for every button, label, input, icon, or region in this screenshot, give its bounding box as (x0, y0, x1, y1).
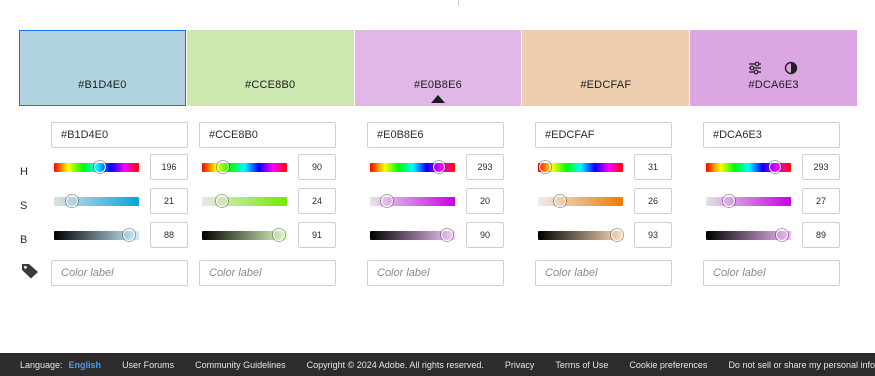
hex-input[interactable]: #B1D4E0 (51, 122, 188, 148)
brightness-slider-row: 89 (703, 222, 840, 248)
tag-icon (22, 264, 38, 279)
footer-link-terms-of-use[interactable]: Terms of Use (555, 360, 608, 370)
color-wheel-page: #B1D4E0 #CCE8B0 #E0B8E6 #EDCFAF #DCA6E3 H S … (0, 0, 875, 376)
footer: Language: English User Forums Community … (0, 353, 875, 376)
swatch-hex-label: #B1D4E0 (78, 79, 127, 91)
saturation-value-field[interactable]: 21 (150, 188, 188, 214)
color-swatch[interactable]: #DCA6E3 (690, 30, 857, 106)
saturation-slider-row: 27 (703, 188, 840, 214)
color-label-field[interactable]: Color label (199, 260, 336, 286)
hex-input[interactable]: #E0B8E6 (367, 122, 504, 148)
saturation-slider[interactable] (538, 197, 623, 206)
footer-link-do-not-sell[interactable]: Do not sell or share my personal informa… (728, 360, 875, 370)
hex-input[interactable]: #DCA6E3 (703, 122, 840, 148)
saturation-slider-row: 26 (535, 188, 672, 214)
brightness-slider-row: 91 (199, 222, 336, 248)
saturation-slider-handle[interactable] (381, 195, 393, 207)
color-swatch[interactable]: #E0B8E6 (354, 30, 522, 106)
swatch-hex-label: #E0B8E6 (414, 79, 462, 91)
saturation-value-field[interactable]: 24 (298, 188, 336, 214)
brightness-slider-handle[interactable] (775, 229, 788, 241)
contrast-icon[interactable] (784, 61, 798, 75)
hue-value-field[interactable]: 293 (802, 154, 840, 180)
hue-slider-row: 196 (51, 154, 188, 180)
swatch-tools (748, 61, 798, 75)
color-swatch[interactable]: #EDCFAF (522, 30, 690, 106)
hue-value-field[interactable]: 196 (150, 154, 188, 180)
brightness-slider-row: 93 (535, 222, 672, 248)
color-label-field[interactable]: Color label (367, 260, 504, 286)
base-color-marker (430, 95, 445, 103)
saturation-slider-row: 24 (199, 188, 336, 214)
hue-slider-row: 293 (367, 154, 504, 180)
saturation-row-label: S (20, 200, 28, 212)
hue-slider[interactable] (202, 163, 287, 172)
hue-value-field[interactable]: 293 (466, 154, 504, 180)
footer-link-privacy[interactable]: Privacy (505, 360, 535, 370)
brightness-value-field[interactable]: 88 (150, 222, 188, 248)
swatch-hex-label: #DCA6E3 (748, 79, 799, 91)
saturation-slider-handle[interactable] (65, 195, 78, 207)
footer-link-user-forums[interactable]: User Forums (122, 360, 174, 370)
hex-input[interactable]: #CCE8B0 (199, 122, 336, 148)
saturation-value-field[interactable]: 26 (634, 188, 672, 214)
sliders-icon[interactable] (748, 61, 762, 75)
language-selector[interactable]: English (69, 360, 102, 370)
footer-copyright: Copyright © 2024 Adobe. All rights reser… (306, 359, 484, 370)
footer-link-community-guidelines[interactable]: Community Guidelines (195, 360, 286, 370)
hex-input[interactable]: #EDCFAF (535, 122, 672, 148)
divider-tick (458, 0, 459, 6)
swatch-hex-label: #EDCFAF (580, 79, 632, 91)
saturation-slider-row: 20 (367, 188, 504, 214)
brightness-slider-handle[interactable] (122, 229, 135, 241)
saturation-value-field[interactable]: 20 (466, 188, 504, 214)
brightness-value-field[interactable]: 89 (802, 222, 840, 248)
hue-slider-row: 293 (703, 154, 840, 180)
saturation-slider-handle[interactable] (554, 195, 567, 207)
saturation-slider-handle[interactable] (722, 195, 735, 207)
swatch-strip: #B1D4E0 #CCE8B0 #E0B8E6 #EDCFAF #DCA6E3 (19, 30, 857, 106)
color-swatch[interactable]: #CCE8B0 (186, 30, 354, 106)
color-label-field[interactable]: Color label (51, 260, 188, 286)
hue-value-field[interactable]: 90 (298, 154, 336, 180)
brightness-row-label: B (20, 234, 28, 246)
hue-slider-row: 90 (199, 154, 336, 180)
saturation-slider-row: 21 (51, 188, 188, 214)
brightness-slider-row: 90 (367, 222, 504, 248)
color-swatch[interactable]: #B1D4E0 (19, 30, 186, 106)
brightness-slider-handle[interactable] (440, 229, 453, 241)
swatch-hex-label: #CCE8B0 (245, 79, 296, 91)
brightness-value-field[interactable]: 91 (298, 222, 336, 248)
color-label-field[interactable]: Color label (703, 260, 840, 286)
saturation-slider[interactable] (706, 197, 791, 206)
brightness-value-field[interactable]: 90 (466, 222, 504, 248)
brightness-value-field[interactable]: 93 (634, 222, 672, 248)
hue-slider-row: 31 (535, 154, 672, 180)
color-label-field[interactable]: Color label (535, 260, 672, 286)
language-label: Language: (20, 359, 63, 370)
saturation-value-field[interactable]: 27 (802, 188, 840, 214)
hue-row-label: H (20, 166, 28, 178)
brightness-slider-row: 88 (51, 222, 188, 248)
saturation-slider[interactable] (202, 197, 287, 206)
footer-link-cookie-preferences[interactable]: Cookie preferences (629, 360, 707, 370)
hue-value-field[interactable]: 31 (634, 154, 672, 180)
brightness-slider-handle[interactable] (611, 229, 624, 241)
